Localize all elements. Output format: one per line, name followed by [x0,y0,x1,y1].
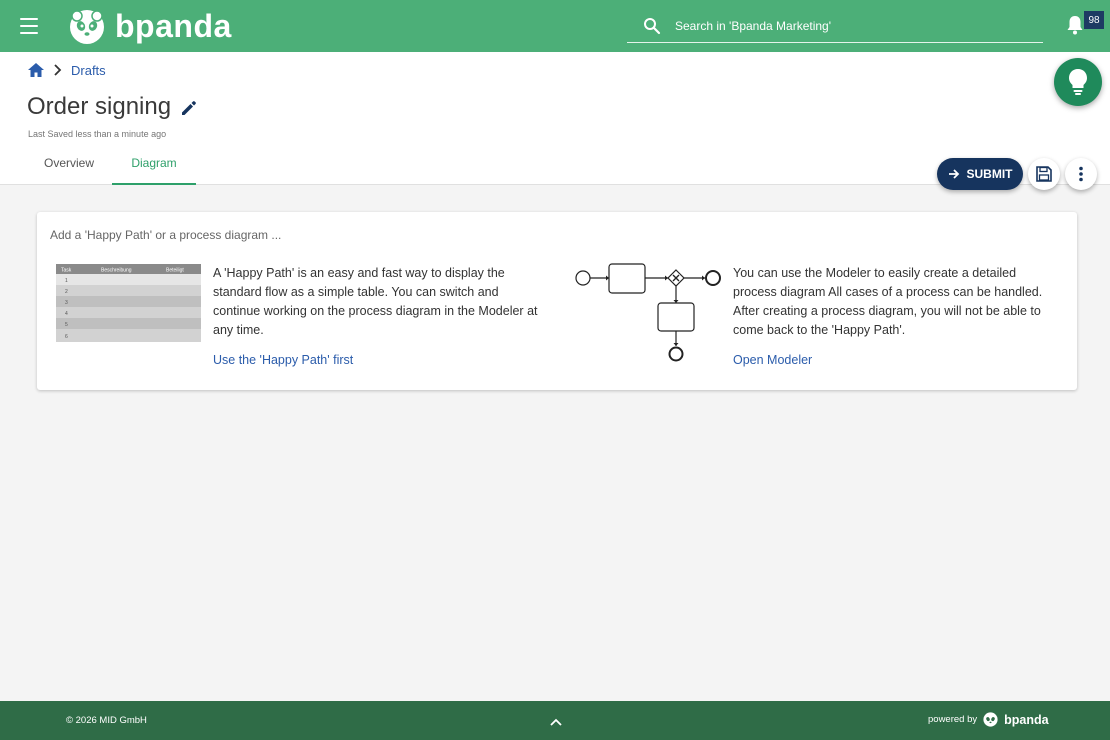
chevron-up-icon[interactable] [549,715,563,727]
notification-badge: 98 [1084,11,1104,29]
card-title: Add a 'Happy Path' or a process diagram … [50,228,282,242]
search-bar[interactable] [627,10,1043,43]
top-bar: bpanda 98 [0,0,1110,52]
page-title: Order signing [27,93,172,120]
thumb-header-task: Task [61,268,72,274]
footer: © 2026 MID GmbH powered by bpanda [0,701,1110,740]
process-diagram-thumbnail[interactable] [573,260,723,364]
breadcrumb: Drafts [27,62,106,78]
last-saved-text: Last Saved less than a minute ago [28,129,167,139]
pencil-icon[interactable] [179,98,199,118]
more-options-button[interactable] [1065,158,1097,190]
idea-button[interactable] [1054,58,1102,106]
thumb-row-2: 2 [65,289,68,295]
happy-path-thumbnail[interactable]: Task Beschreibung Beteiligt 1 2 3 4 5 6 [56,264,201,342]
thumb-row-1: 1 [65,278,68,284]
powered-by[interactable]: powered by bpanda [928,712,1049,727]
breadcrumb-drafts[interactable]: Drafts [71,63,106,78]
tab-bar: Overview Diagram [27,144,196,185]
chevron-right-icon [54,64,62,76]
tab-diagram[interactable]: Diagram [112,144,196,185]
thumb-header-beschreibung: Beschreibung [101,268,132,274]
happy-path-description: A 'Happy Path' is an easy and fast way t… [213,266,538,337]
powered-by-label: powered by [928,714,978,725]
thumb-row-5: 5 [65,322,68,328]
tab-overview[interactable]: Overview [27,144,112,185]
open-modeler-link[interactable]: Open Modeler [733,353,812,367]
thumb-header-beteiligt: Beteiligt [166,268,184,274]
logo[interactable]: bpanda [69,8,232,45]
save-button[interactable] [1028,158,1060,190]
search-icon[interactable] [635,11,669,41]
panda-logo-icon [983,712,998,727]
home-icon[interactable] [27,62,45,78]
panda-logo-icon [70,9,104,44]
thumb-row-6: 6 [65,334,68,340]
search-input[interactable] [675,19,1015,33]
hamburger-menu-icon[interactable] [18,16,40,36]
arrow-right-icon [948,169,959,179]
thumb-row-4: 4 [65,311,68,317]
bell-icon[interactable] [1066,15,1086,37]
use-happy-path-link[interactable]: Use the 'Happy Path' first [213,353,353,367]
brand-name: bpanda [115,8,232,44]
powered-by-brand: bpanda [1004,712,1049,727]
submit-button[interactable]: SUBMIT [937,158,1023,190]
diagram-choice-card: Add a 'Happy Path' or a process diagram … [37,212,1077,390]
more-vertical-icon [1079,166,1083,182]
lightbulb-icon [1069,69,1087,95]
modeler-description: You can use the Modeler to easily create… [733,266,1043,337]
floppy-disk-icon [1036,166,1052,182]
submit-label: SUBMIT [966,167,1013,181]
thumb-row-3: 3 [65,300,68,306]
copyright-text: © 2026 MID GmbH [66,715,147,726]
